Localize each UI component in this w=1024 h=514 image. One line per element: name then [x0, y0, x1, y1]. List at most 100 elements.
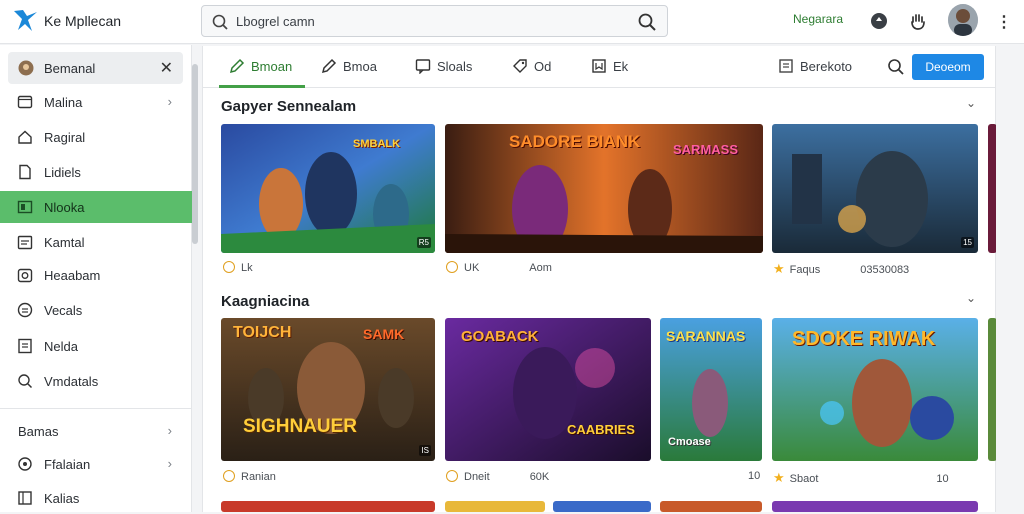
top-link[interactable]: Negarara [793, 12, 843, 26]
notification-icon[interactable] [868, 10, 890, 32]
active-tab-indicator [219, 85, 305, 88]
search-submit-icon[interactable] [637, 12, 657, 32]
sidebar-item-ragiral[interactable]: Ragiral [0, 121, 192, 153]
primary-action-button[interactable]: Deoeom [912, 54, 984, 80]
camera-icon [17, 267, 33, 283]
calendar-icon [17, 234, 33, 250]
coin-icon [223, 261, 235, 273]
game-card[interactable]: GOABACK CAABRIES [445, 318, 651, 461]
card-meta: ★ Sbaot 10 [773, 470, 949, 486]
pen-icon [229, 58, 245, 74]
bookmark-icon [591, 58, 607, 74]
home-icon [17, 129, 33, 145]
window-icon [17, 94, 33, 110]
card-meta-label: UK [464, 262, 480, 274]
card-title-art: SMBALK [353, 138, 401, 150]
coin-icon [446, 261, 458, 273]
sidebar-header-label: Bemanal [44, 61, 96, 76]
section-title: Kaagniacina [221, 293, 310, 310]
card-meta-label: Ranian [241, 471, 276, 483]
card-meta-label: Lk [241, 262, 253, 274]
card-meta-label: Dneit [464, 471, 490, 483]
search-icon [17, 373, 33, 389]
sidebar-item-vecals[interactable]: Vecals [0, 294, 192, 326]
chevron-right-icon: › [167, 423, 172, 438]
card-meta: Ranian [223, 470, 276, 483]
card-meta: ★ Faqus 03530083 [773, 261, 909, 277]
sidebar-item-label: Kalias [44, 491, 80, 506]
sidebar-item-label: Nelda [44, 339, 78, 354]
sidebar-divider [0, 408, 192, 409]
tab-label: Sloals [437, 59, 473, 74]
sidebar-item-vmdatals[interactable]: Vmdatals [0, 365, 192, 397]
main-scroll-gutter[interactable] [996, 46, 1024, 512]
chevron-down-icon[interactable]: ⌄ [966, 96, 976, 110]
game-card-partial[interactable] [660, 501, 762, 512]
star-icon: ★ [773, 470, 785, 485]
coin-icon [446, 470, 458, 482]
sidebar-item-label: Vmdatals [44, 374, 99, 389]
game-card-partial[interactable] [772, 501, 978, 512]
sidebar-scrollbar[interactable] [192, 64, 198, 244]
close-icon[interactable]: ✕ [160, 58, 173, 78]
search-bar[interactable]: Lbogrel camn [201, 5, 668, 37]
sidebar-header[interactable]: Bemanal ✕ [8, 52, 183, 84]
section-title: Gapyer Sennealam [221, 98, 357, 115]
game-card-partial[interactable] [445, 501, 545, 512]
hand-icon[interactable] [907, 10, 929, 32]
sidebar-item-kalias[interactable]: Kalias [0, 482, 192, 514]
card-meta: Lk [223, 261, 253, 274]
sidebar-item-heaabam[interactable]: Heaabam [0, 259, 192, 291]
sidebar-item-malina[interactable]: Malina › [0, 86, 192, 118]
card-title-art: SADORE BIANK [509, 132, 641, 151]
main-panel: Bmoan Bmoa Sloals Od Ek Berekoto Deoeom … [202, 46, 997, 512]
chevron-right-icon: › [167, 456, 172, 471]
sidebar: Bemanal ✕ Malina › Ragiral Lidiels Nlook… [0, 45, 192, 512]
game-card[interactable]: 15 [772, 124, 978, 253]
grid-icon [17, 199, 33, 215]
game-card-partial[interactable] [553, 501, 651, 512]
sidebar-item-ffalaian[interactable]: Ffalaian › [0, 448, 192, 480]
chevron-down-icon[interactable]: ⌄ [966, 291, 976, 305]
comment-icon [415, 58, 431, 75]
app-title: Ke Mpllecan [44, 13, 122, 29]
note-icon [17, 338, 33, 354]
sidebar-item-lidiels[interactable]: Lidiels [0, 156, 192, 188]
card-meta-label: Faqus [789, 264, 821, 276]
card-meta-count: 10 [748, 470, 761, 482]
game-card[interactable]: SARANNAS Cmoase [660, 318, 762, 461]
card-badge: IS [419, 445, 431, 456]
game-card[interactable]: SDOKE RIWAK [772, 318, 978, 461]
sidebar-item-label: Lidiels [44, 165, 81, 180]
card-title-art: TOIJCH [233, 324, 292, 341]
edit-icon [321, 58, 337, 74]
avatar[interactable] [948, 4, 978, 36]
game-card-partial[interactable] [221, 501, 435, 512]
card-title-art: Cmoase [668, 436, 711, 448]
sidebar-item-bamas[interactable]: Bamas › [0, 415, 192, 447]
card-title-art: SARANNAS [666, 328, 746, 344]
settings-icon [17, 456, 33, 472]
game-card[interactable]: TOIJCH SAMK SIGHNAUER IS [221, 318, 435, 461]
card-badge: R5 [416, 237, 431, 248]
sidebar-item-nelda[interactable]: Nelda [0, 330, 192, 362]
card-title-art: SIGHNAUER [243, 416, 358, 437]
search-input[interactable]: Lbogrel camn [236, 14, 315, 29]
star-icon: ★ [773, 261, 785, 276]
card-badge: 15 [961, 237, 974, 248]
game-card[interactable]: SMBALK R5 [221, 124, 435, 253]
tab-label: Ek [613, 59, 629, 74]
sidebar-item-nlooka[interactable]: Nlooka [0, 191, 192, 223]
more-menu-icon[interactable]: ⋮ [996, 12, 1012, 32]
sidebar-item-label: Bamas [18, 424, 59, 439]
card-meta: UK Aom [446, 261, 552, 274]
app-logo-icon[interactable] [12, 8, 40, 34]
sidebar-item-kamtal[interactable]: Kamtal [0, 226, 192, 258]
game-card[interactable]: SADORE BIANK SARMASS [445, 124, 763, 253]
sidebar-item-label: Malina [44, 95, 83, 110]
card-meta-count: 60K [529, 471, 550, 483]
card-title-art: SARMASS [673, 142, 739, 157]
card-meta-count: Aom [529, 262, 552, 274]
search-icon [211, 13, 229, 31]
sidebar-item-label: Vecals [44, 303, 83, 318]
